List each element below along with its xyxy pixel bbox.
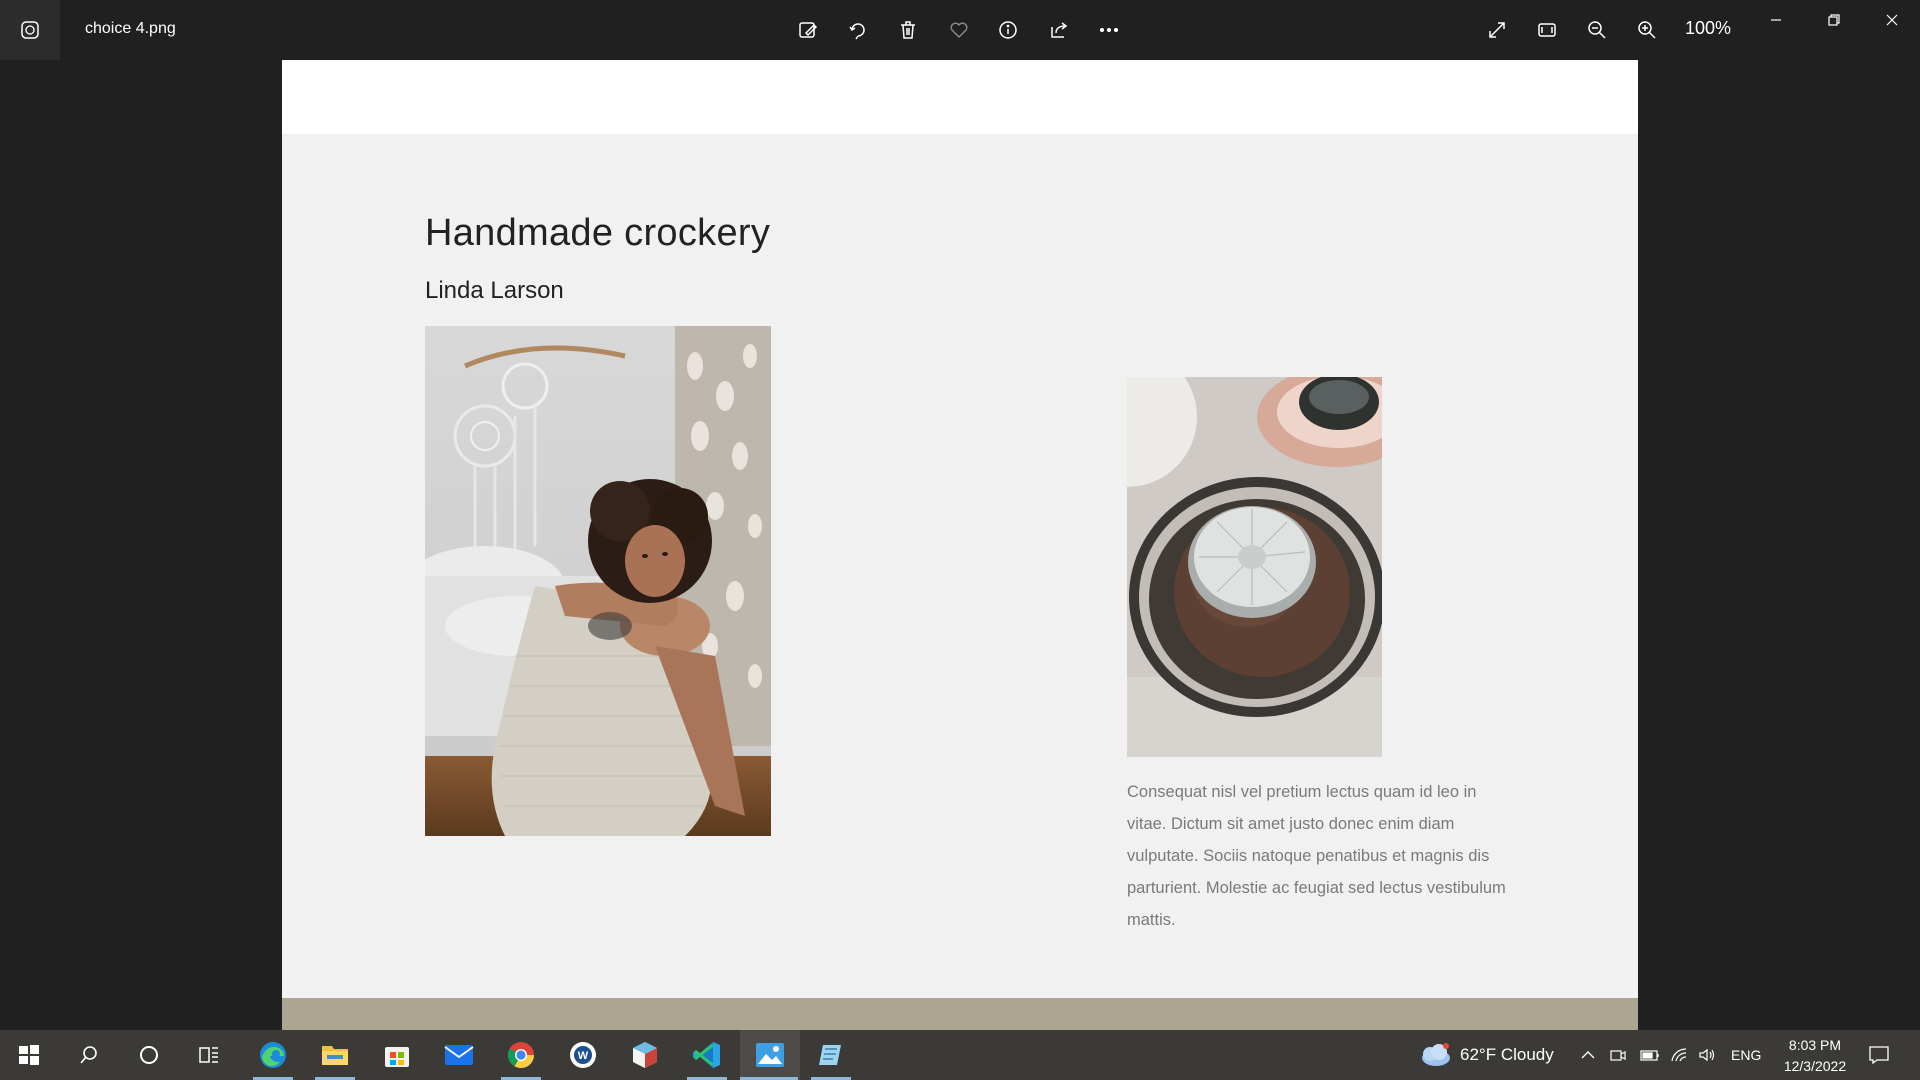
taskbar: W 62°F Cloudy ENG 8:03 PM 12/3/2022 [0, 1030, 1920, 1080]
restore-icon[interactable] [1806, 0, 1862, 40]
favorite-icon[interactable] [941, 12, 977, 48]
volume-icon[interactable] [1698, 1030, 1716, 1080]
zoom-out-icon[interactable] [1579, 12, 1615, 48]
meet-now-icon[interactable] [1610, 1030, 1626, 1080]
image-viewer[interactable]: Handmade crockery Linda Larson Consequat… [0, 60, 1920, 1030]
displayed-image: Handmade crockery Linda Larson Consequat… [282, 60, 1638, 1030]
search-icon[interactable] [60, 1030, 118, 1080]
image-footer-strip [282, 998, 1638, 1030]
info-icon[interactable] [990, 12, 1026, 48]
minimize-icon[interactable] [1748, 0, 1804, 40]
file-explorer-icon[interactable] [306, 1030, 364, 1080]
start-icon[interactable] [0, 1030, 58, 1080]
close-icon[interactable] [1864, 0, 1920, 40]
zoom-level[interactable]: 100% [1685, 18, 1731, 39]
battery-icon[interactable] [1640, 1030, 1660, 1080]
app-cube-icon[interactable] [616, 1030, 674, 1080]
image-body-text: Consequat nisl vel pretium lectus quam i… [1127, 783, 1506, 929]
system-clock[interactable]: 8:03 PM 12/3/2022 [1770, 1035, 1860, 1077]
image-headline: Handmade crockery [425, 212, 771, 254]
edge-icon[interactable] [244, 1030, 302, 1080]
network-icon[interactable] [1670, 1030, 1688, 1080]
chrome-icon[interactable] [492, 1030, 550, 1080]
clock-time: 8:03 PM [1788, 1037, 1842, 1053]
rotate-icon[interactable] [840, 12, 876, 48]
delete-icon[interactable] [890, 12, 926, 48]
weather-widget[interactable]: 62°F Cloudy [1418, 1030, 1554, 1080]
svg-text:W: W [578, 1050, 589, 1062]
title-bar: choice 4.png 100% [0, 0, 1920, 60]
crockery-photo [1127, 377, 1382, 757]
more-icon[interactable] [1091, 12, 1127, 48]
cortana-icon[interactable] [120, 1030, 178, 1080]
woman-portrait-photo [425, 326, 771, 836]
clock-date: 12/3/2022 [1783, 1058, 1847, 1074]
fullscreen-icon[interactable] [1479, 12, 1515, 48]
app-notes-icon[interactable] [802, 1030, 860, 1080]
photos-taskbar-icon[interactable] [740, 1030, 800, 1080]
weather-text: 62°F Cloudy [1460, 1045, 1554, 1064]
window-title: choice 4.png [85, 20, 176, 37]
notifications-icon[interactable] [1868, 1030, 1890, 1080]
microsoft-store-icon[interactable] [368, 1030, 426, 1080]
fit-icon[interactable] [1529, 12, 1565, 48]
zoom-in-icon[interactable] [1629, 12, 1665, 48]
show-hidden-icons-icon[interactable] [1580, 1030, 1596, 1080]
share-icon[interactable] [1041, 12, 1077, 48]
image-header-strip [282, 60, 1638, 134]
photos-app-icon[interactable] [0, 0, 60, 60]
image-author: Linda Larson [425, 277, 564, 304]
task-view-icon[interactable] [180, 1030, 238, 1080]
app-w-icon[interactable]: W [554, 1030, 612, 1080]
language-indicator[interactable]: ENG [1731, 1030, 1761, 1080]
vscode-icon[interactable] [678, 1030, 736, 1080]
edit-image-icon[interactable] [790, 12, 826, 48]
mail-icon[interactable] [430, 1030, 488, 1080]
